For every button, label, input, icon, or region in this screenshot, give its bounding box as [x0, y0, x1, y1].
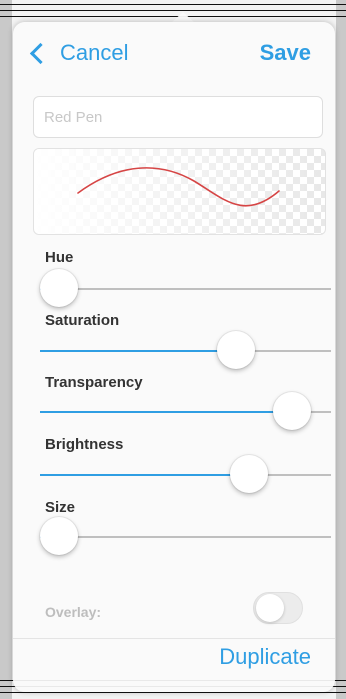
save-button[interactable]: Save [260, 40, 311, 66]
pen-settings-popover: Cancel Save Hue Saturation Transparency … [13, 22, 335, 692]
hue-slider[interactable] [40, 269, 331, 307]
staff-line [0, 10, 346, 11]
transparency-slider-thumb[interactable] [272, 392, 311, 430]
window-frame-right [336, 0, 346, 699]
overlay-toggle[interactable] [253, 592, 303, 624]
transparency-slider-fill [40, 411, 292, 413]
staff-line [0, 692, 346, 693]
cancel-button[interactable]: Cancel [29, 40, 129, 66]
hue-slider-thumb[interactable] [40, 269, 78, 307]
stroke-preview-curve [77, 167, 280, 207]
brightness-slider-fill [40, 474, 249, 476]
saturation-slider-fill [40, 350, 237, 352]
footer-divider [13, 638, 335, 639]
size-slider[interactable] [40, 517, 331, 555]
staff-line [0, 4, 346, 5]
saturation-label: Saturation [45, 312, 120, 329]
brightness-slider-thumb[interactable] [229, 455, 268, 493]
brightness-slider[interactable] [40, 455, 331, 493]
transparency-slider[interactable] [40, 392, 331, 430]
navigation-bar: Cancel Save [13, 22, 335, 86]
pen-name-input[interactable] [33, 96, 323, 138]
chevron-left-icon [29, 42, 52, 64]
size-label: Size [45, 499, 76, 516]
saturation-slider-thumb[interactable] [217, 331, 256, 369]
size-slider-thumb[interactable] [40, 517, 78, 555]
cancel-label: Cancel [60, 40, 129, 65]
window-frame-left [0, 0, 12, 699]
overlay-toggle-thumb [256, 594, 284, 622]
hue-label: Hue [45, 249, 74, 266]
brightness-label: Brightness [45, 436, 124, 453]
saturation-slider[interactable] [40, 331, 331, 369]
duplicate-button[interactable]: Duplicate [219, 644, 311, 670]
transparency-label: Transparency [45, 374, 143, 391]
overlay-label: Overlay: [45, 604, 102, 620]
stroke-preview [33, 148, 326, 235]
